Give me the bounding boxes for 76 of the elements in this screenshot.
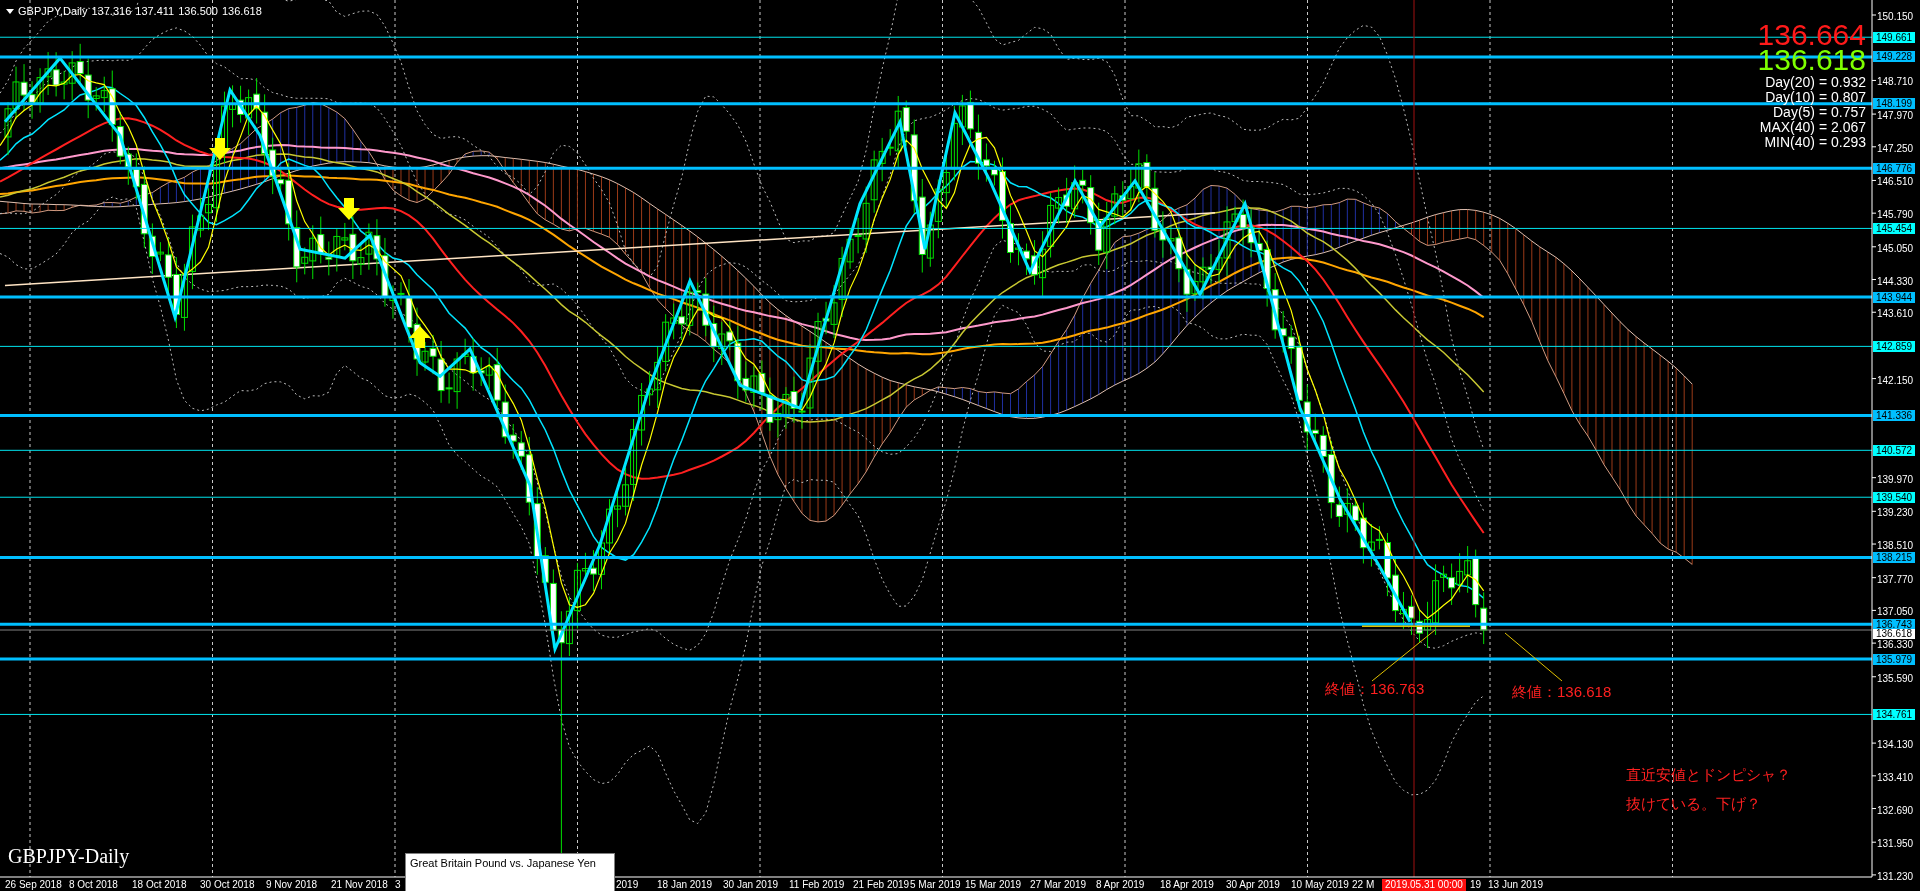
- date-label: 18 Jan 2019: [657, 879, 713, 891]
- price-tick-label: 150.150: [1877, 11, 1914, 22]
- price-level-label: 142.859: [1873, 340, 1915, 352]
- price-tick-label: 148.710: [1877, 76, 1914, 88]
- annotation-text: 抜けている。下げ？: [1626, 795, 1761, 814]
- ohlc-value: 137.411: [135, 5, 175, 17]
- price-level-label: 138.215: [1873, 551, 1915, 563]
- price-tick-label: 135.590: [1877, 672, 1914, 684]
- price-level-label: 134.761: [1873, 708, 1915, 720]
- date-label: 19: [1470, 879, 1482, 891]
- price-level-label: 135.979: [1873, 653, 1915, 665]
- time-cursor-label: 2019.05.31 00:00: [1382, 879, 1466, 891]
- price-tick-label: 133.410: [1877, 771, 1914, 783]
- price-tick-label: 139.970: [1877, 473, 1914, 485]
- price-tick-label: 143.610: [1877, 308, 1914, 320]
- date-label: 8 Oct 2018: [69, 879, 118, 891]
- date-label: 10 May 2019: [1291, 879, 1349, 891]
- date-label: 18 Apr 2019: [1160, 879, 1214, 891]
- stat-line: Day(10) = 0.807: [1765, 90, 1866, 105]
- date-label: 21 Nov 2018: [331, 879, 388, 891]
- price-level-label: 136.743: [1873, 618, 1915, 630]
- price-tick-label: 131.950: [1877, 838, 1914, 850]
- price-tick-label: 138.510: [1877, 540, 1914, 552]
- price-tick-label: 144.330: [1877, 275, 1914, 287]
- price-level-label: 139.540: [1873, 491, 1915, 503]
- date-label: 9 Nov 2018: [266, 879, 318, 891]
- price-level-label: 141.336: [1873, 410, 1915, 422]
- price-level-label: 148.199: [1873, 98, 1915, 110]
- price-tick-label: 145.050: [1877, 242, 1914, 254]
- date-label: 13 Jun 2019: [1488, 879, 1544, 891]
- price-tick-label: 136.330: [1877, 639, 1914, 651]
- price-tick-label: 145.790: [1877, 209, 1914, 221]
- date-label: 30 Apr 2019: [1226, 879, 1280, 891]
- price-tick-label: 131.230: [1877, 870, 1914, 882]
- price-tick-label: 137.770: [1877, 573, 1914, 585]
- date-label: 27 Mar 2019: [1030, 879, 1087, 891]
- price-tick-label: 139.230: [1877, 507, 1914, 519]
- stat-line: MAX(40) = 2.067: [1759, 120, 1866, 135]
- date-label: 2019: [616, 879, 639, 891]
- annotation-text: 終値：136.763: [1325, 680, 1425, 699]
- price-tick-label: 147.250: [1877, 142, 1914, 154]
- price-level-label: 146.776: [1873, 162, 1915, 174]
- stat-line: Day(20) = 0.932: [1765, 75, 1866, 90]
- price-level-label: 136.618: [1873, 629, 1915, 639]
- date-label: 22 M: [1352, 879, 1375, 891]
- date-label: 3: [395, 879, 401, 891]
- price-level-label: 143.944: [1873, 291, 1915, 303]
- date-label: 26 Sep 2018: [5, 879, 62, 891]
- date-label: 30 Oct 2018: [200, 879, 255, 891]
- price-tick-label: 132.690: [1877, 804, 1914, 816]
- annotation-text: 直近安値とドンピシャ？: [1626, 766, 1791, 785]
- price-tick-label: 137.050: [1877, 606, 1914, 618]
- price-level-label: 140.572: [1873, 444, 1915, 456]
- date-label: 5 Mar 2019: [910, 879, 961, 891]
- stat-line: Day(5) = 0.757: [1773, 105, 1866, 120]
- date-label: 8 Apr 2019: [1096, 879, 1145, 891]
- date-label: 21 Feb 2019: [853, 879, 910, 891]
- ohlc-value: 137.316: [91, 5, 132, 17]
- price-tick-label: 146.510: [1877, 176, 1914, 188]
- ohlc-value: 136.500: [178, 5, 218, 17]
- price-tick-label: 147.970: [1877, 110, 1914, 122]
- price-level-label: 149.228: [1873, 51, 1915, 63]
- chart-label: GBPJPY-Daily: [8, 845, 130, 868]
- date-label: 11 Feb 2019: [789, 879, 845, 891]
- price-level-label: 149.661: [1873, 31, 1915, 43]
- date-label: 15 Mar 2019: [965, 879, 1022, 891]
- date-label: 18 Oct 2018: [132, 879, 187, 891]
- stat-line: MIN(40) = 0.293: [1764, 135, 1866, 150]
- date-label: 30 Jan 2019: [723, 879, 779, 891]
- price-tick-label: 142.150: [1877, 374, 1914, 386]
- tooltip: Great Britain Pound vs. Japanese Yen: [405, 853, 615, 891]
- symbol-label: GBPJPY,Daily: [18, 5, 88, 17]
- price-tick-label: 134.130: [1877, 739, 1914, 751]
- annotation-text: 終値：136.618: [1512, 683, 1612, 702]
- ohlc-value: 136.618: [222, 5, 262, 17]
- price-level-label: 145.454: [1873, 222, 1915, 234]
